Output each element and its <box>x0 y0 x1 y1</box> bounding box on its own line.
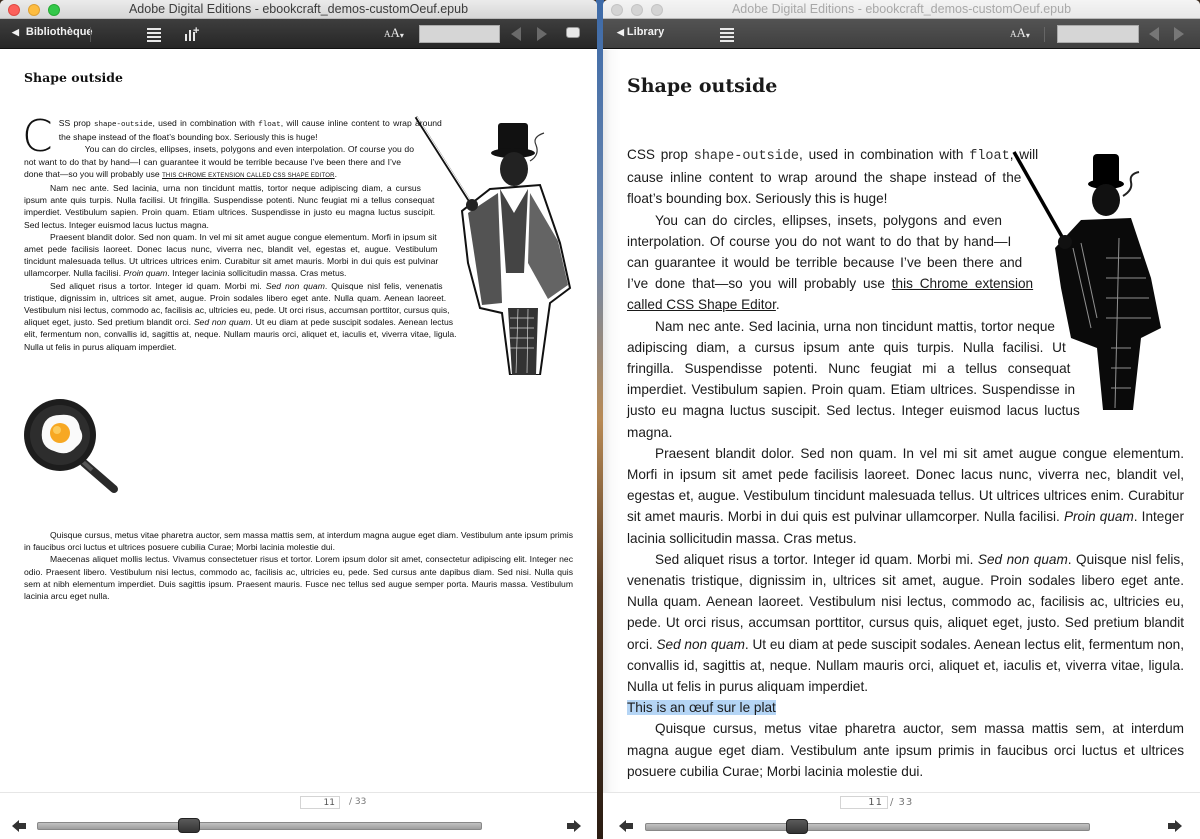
zoom-window-button[interactable] <box>651 4 663 16</box>
previous-page-button[interactable] <box>12 820 26 832</box>
zoom-window-button[interactable] <box>48 4 60 16</box>
css-shape-editor-link[interactable]: this Chrome extension called CSS Shape E… <box>162 173 335 179</box>
next-page-button[interactable] <box>1168 820 1182 832</box>
chapter-body-upper: C SS prop shape-outside, used in combinat… <box>22 111 496 367</box>
text: , used in combination with <box>799 147 970 162</box>
fullscreen-icon[interactable] <box>566 27 580 38</box>
back-arrow-icon: ◀ <box>617 26 624 37</box>
search-input[interactable] <box>1057 25 1139 43</box>
back-arrow-icon: ◀ <box>12 26 19 37</box>
text: . <box>334 168 338 179</box>
emphasis: Sed non quam <box>265 280 325 291</box>
text: SS prop <box>58 118 94 128</box>
page-total: / 33 <box>349 797 367 807</box>
arrow-right-icon <box>567 820 581 832</box>
text: , used in combination with <box>152 118 259 128</box>
page-total: / 33 <box>890 797 914 808</box>
next-icon[interactable] <box>1174 27 1184 41</box>
emphasis: Proin quam <box>1063 509 1134 525</box>
fried-egg-pan-image <box>24 399 118 493</box>
window-controls <box>611 4 663 16</box>
title-bar: Adobe Digital Editions - ebookcraft_demo… <box>603 0 1200 19</box>
page-navigation-footer: 11 / 33 <box>603 792 1200 839</box>
emphasis: Proin quam <box>123 268 168 279</box>
library-back-label: Library <box>626 26 665 38</box>
table-of-contents-icon[interactable] <box>146 25 164 43</box>
title-bar: Adobe Digital Editions - ebookcraft_demo… <box>0 0 597 19</box>
previous-icon[interactable] <box>511 27 521 41</box>
search-input[interactable] <box>419 25 500 43</box>
toolbar-divider <box>90 27 91 42</box>
window-title: Adobe Digital Editions - ebookcraft_demo… <box>731 2 1072 16</box>
window-title: Adobe Digital Editions - ebookcraft_demo… <box>128 2 469 16</box>
page-number-input[interactable]: 11 <box>300 796 340 809</box>
table-of-contents-icon[interactable] <box>719 25 737 43</box>
page-slider-track[interactable] <box>37 822 482 830</box>
arrow-left-icon <box>619 820 633 832</box>
book-page: Shape outside CSS prop shape-outside, us… <box>603 50 1200 792</box>
text: CSS prop <box>627 147 694 162</box>
chapter-heading: Shape outside <box>24 70 123 85</box>
reader-toolbar: ◀ Library AA▾ <box>603 19 1200 49</box>
inline-code: float <box>969 149 1010 164</box>
library-back-button[interactable]: ◀ Bibliothèque <box>12 26 93 38</box>
paragraph: Praesent blandit dolor. Sed non quam. In… <box>627 443 1184 549</box>
font-size-icon[interactable]: AA▾ <box>384 25 404 41</box>
arrow-left-icon <box>12 820 26 832</box>
text: . Integer lacinia sollicitudin massa. Cr… <box>167 268 347 279</box>
left-reader-window: Adobe Digital Editions - ebookcraft_demo… <box>0 0 597 839</box>
page-slider-thumb[interactable] <box>177 818 200 833</box>
close-window-button[interactable] <box>611 4 623 16</box>
previous-icon[interactable] <box>1149 27 1159 41</box>
page-slider-thumb[interactable] <box>785 819 808 834</box>
emphasis: Sed non quam <box>977 551 1068 567</box>
book-page: Shape outside C SS prop shape-outside, us… <box>0 50 597 792</box>
bookmark-stats-icon[interactable]: + <box>183 25 201 43</box>
emphasis: Sed non quam <box>656 636 745 652</box>
next-page-button[interactable] <box>567 820 581 832</box>
minimize-window-button[interactable] <box>28 4 40 16</box>
text: Sed aliquet risus a tortor. Integer id q… <box>655 551 978 567</box>
close-window-button[interactable] <box>8 4 20 16</box>
reader-toolbar: ◀ Bibliothèque + AA▾ <box>0 19 597 49</box>
inline-code: float <box>258 121 281 129</box>
chapter-body: CSS prop shape-outside, used in combinat… <box>627 144 1184 782</box>
page-number-input[interactable]: 11 <box>840 796 888 809</box>
inline-code: shape-outside <box>93 121 153 129</box>
selected-alt-text[interactable]: This is an œuf sur le plat <box>627 700 776 716</box>
chapter-body-lower: Quisque cursus, metus vitae pharetra auc… <box>24 529 573 602</box>
next-icon[interactable] <box>537 27 547 41</box>
library-back-label: Bibliothèque <box>25 26 93 38</box>
text: Sed aliquet risus a tortor. Integer id q… <box>50 280 266 291</box>
paragraph: Quisque cursus, metus vitae pharetra auc… <box>24 530 573 553</box>
paragraph: Sed aliquet risus a tortor. Integer id q… <box>627 549 1184 697</box>
paragraph: Maecenas aliquet mollis lectus. Vivamus … <box>24 554 573 602</box>
drop-cap: C <box>22 111 53 162</box>
window-controls <box>8 4 60 16</box>
text: . <box>775 297 780 313</box>
previous-page-button[interactable] <box>619 820 633 832</box>
right-reader-window: Adobe Digital Editions - ebookcraft_demo… <box>603 0 1200 839</box>
minimize-window-button[interactable] <box>631 4 643 16</box>
paragraph: Quisque cursus, metus vitae pharetra auc… <box>627 721 1184 779</box>
arrow-right-icon <box>1168 820 1182 832</box>
page-slider-track[interactable] <box>645 823 1090 831</box>
toolbar-divider <box>1044 27 1045 42</box>
inline-code: shape-outside <box>693 149 800 164</box>
font-size-icon[interactable]: AA▾ <box>1010 25 1030 41</box>
chapter-heading: Shape outside <box>627 75 778 97</box>
page-navigation-footer: 11 / 33 <box>0 792 597 839</box>
emphasis: Sed non quam <box>193 317 251 328</box>
image-alt-text-line: This is an œuf sur le plat <box>627 697 1184 718</box>
library-back-button[interactable]: ◀ Library <box>617 26 664 38</box>
